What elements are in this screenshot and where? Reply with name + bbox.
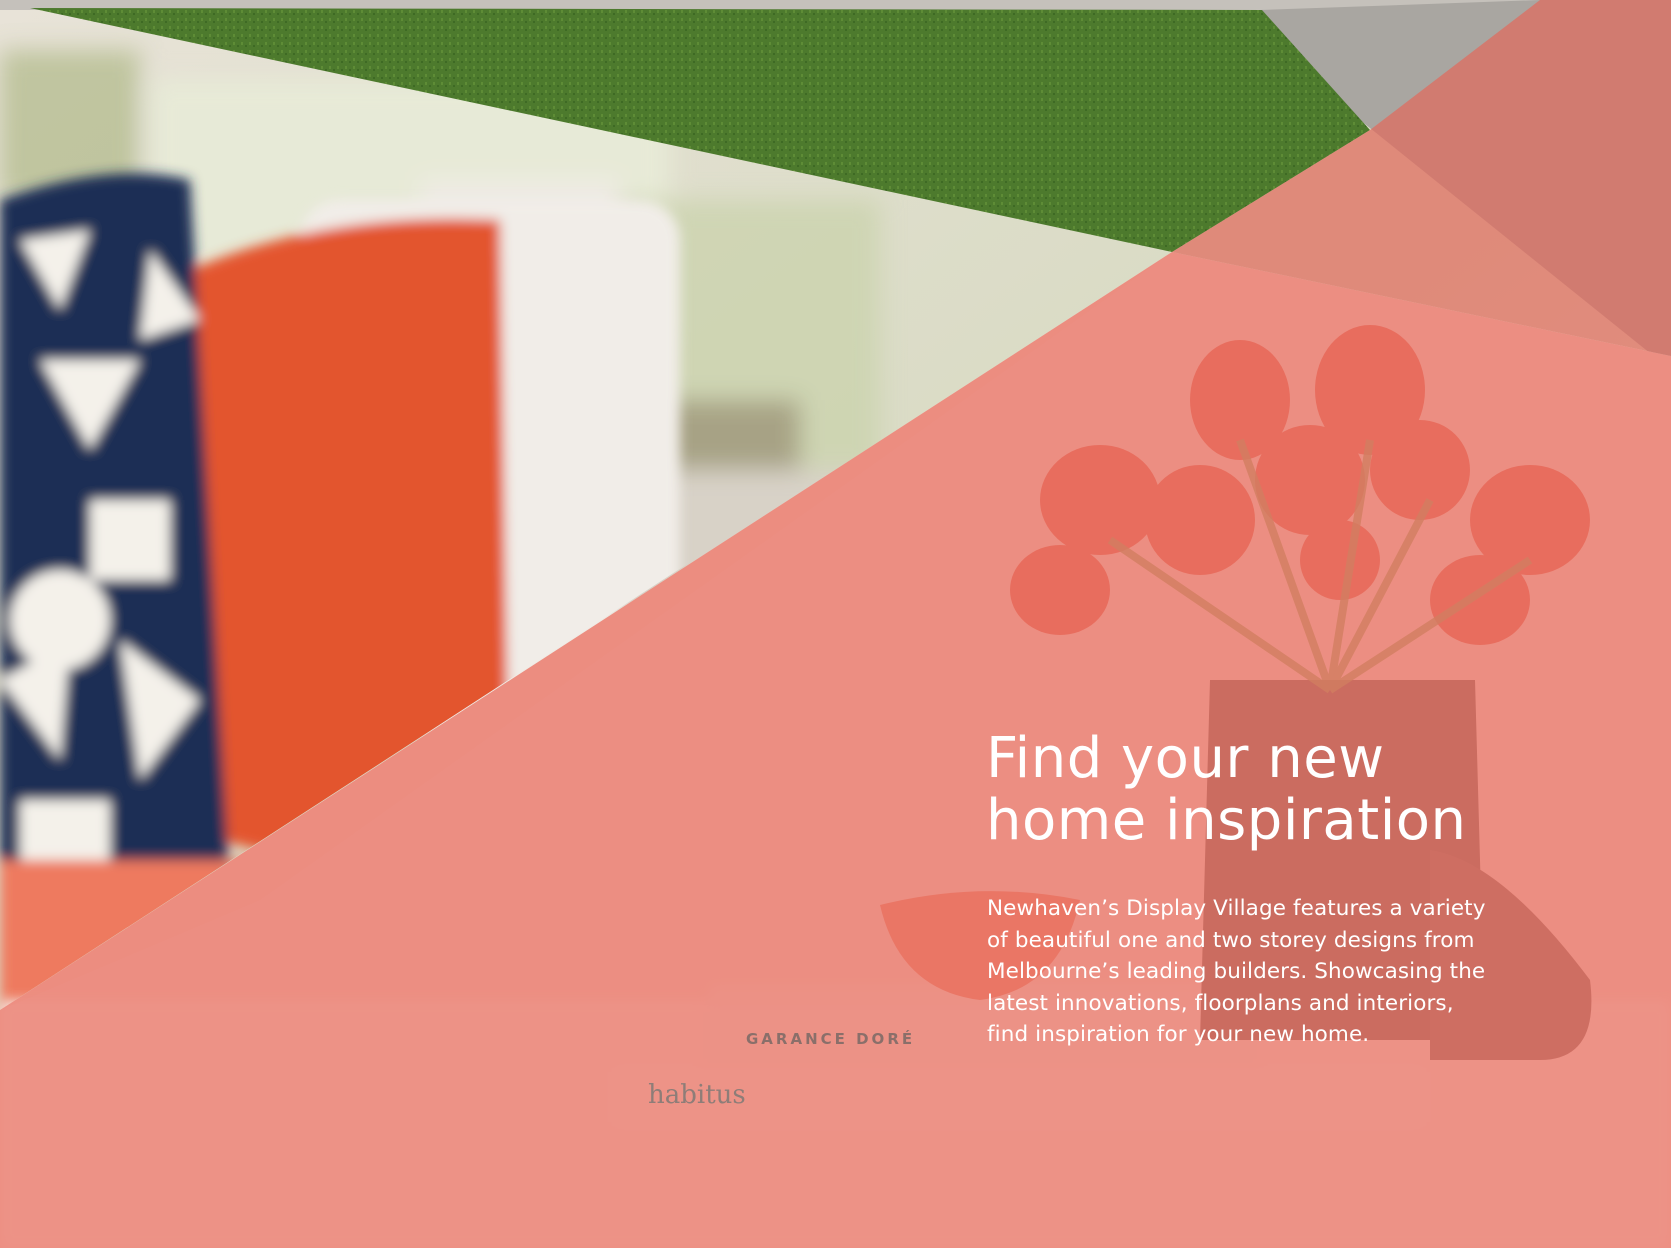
brochure-page: GARANCE DORÉ habitus Find your new home … [0, 0, 1671, 1248]
background-photo-collage [0, 0, 1671, 1248]
body-line-1: Newhaven’s Display Village features a va… [987, 896, 1486, 921]
headline-line-1: Find your new [986, 726, 1385, 791]
body-line-2: of beautiful one and two storey designs … [987, 927, 1475, 953]
body-line-5: find inspiration for your new home. [987, 1022, 1370, 1047]
body-paragraph: Newhaven’s Display Village features a va… [987, 893, 1547, 1051]
body-line-4: latest innovations, floorplans and inter… [987, 990, 1454, 1016]
headline: Find your new home inspiration [986, 728, 1626, 852]
book-spine-habitus: habitus [648, 1080, 746, 1110]
book-spine-garance: GARANCE DORÉ [746, 1030, 916, 1048]
body-line-3: Melbourne’s leading builders. Showcasing… [987, 959, 1486, 984]
headline-line-2: home inspiration [986, 788, 1467, 853]
